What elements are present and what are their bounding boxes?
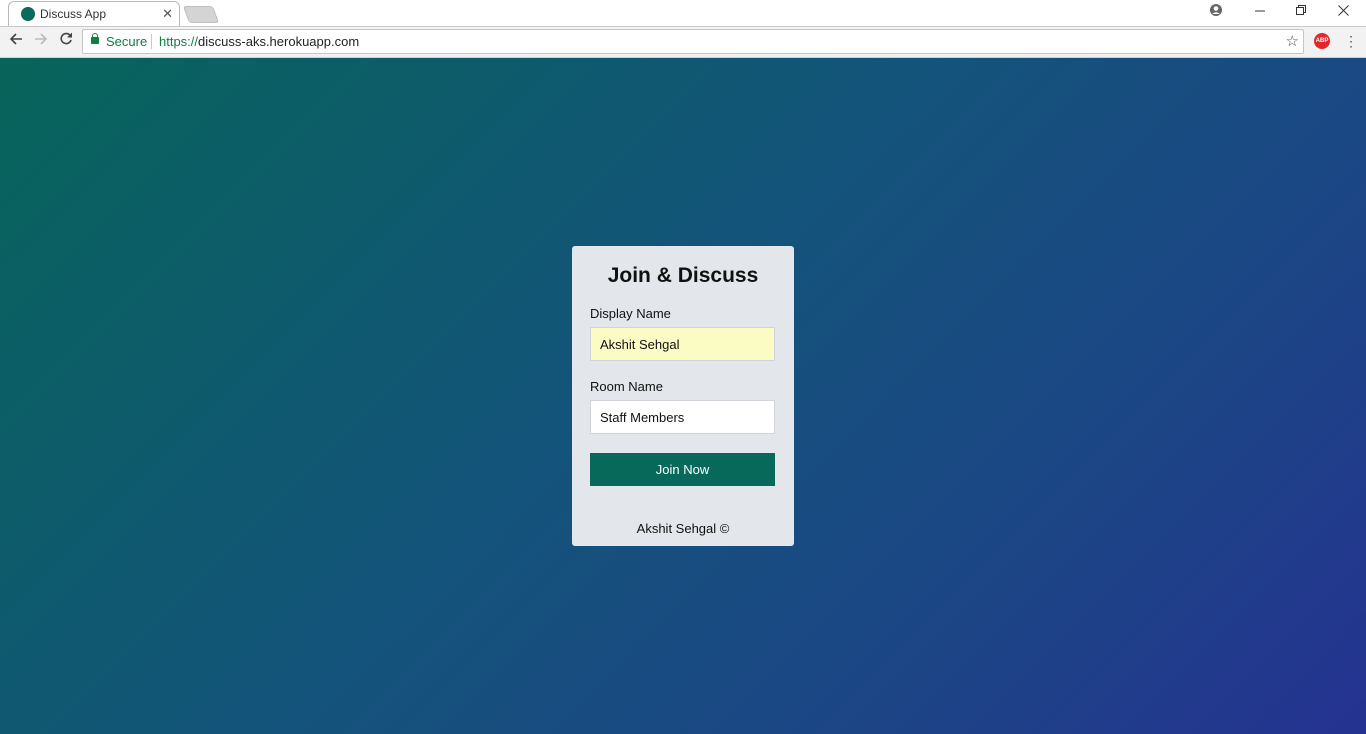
adblock-extension-icon[interactable]: ABP [1314,33,1330,49]
url-protocol: https:// [159,34,199,49]
footer-credit: Akshit Sehgal © [636,521,730,536]
bookmark-star-icon[interactable]: ☆ [1286,32,1299,50]
browser-toolbar: Secure https://discuss-aks.herokuapp.com… [0,27,1366,58]
browser-tab-strip: Discuss App ✕ [0,0,1366,27]
url-host: discuss-aks.herokuapp.com [198,34,360,49]
card-title: Join & Discuss [607,264,759,287]
favicon-icon [21,7,35,21]
url-text[interactable]: https://discuss-aks.herokuapp.com [159,34,359,49]
join-now-button[interactable]: Join Now [590,453,775,486]
back-arrow-icon[interactable] [7,32,25,50]
minimize-icon[interactable] [1255,3,1265,21]
page-background: Join & Discuss Display Name Room Name Jo… [0,58,1366,734]
room-name-input[interactable] [590,400,775,434]
join-card: Join & Discuss Display Name Room Name Jo… [572,246,794,546]
new-tab-button[interactable] [182,6,220,23]
kebab-menu-icon[interactable]: ⋮ [1344,32,1358,50]
profile-icon[interactable] [1209,3,1223,21]
browser-tab[interactable]: Discuss App ✕ [8,1,180,26]
display-name-input[interactable] [590,327,775,361]
tab-close-icon[interactable]: ✕ [162,5,173,23]
reload-icon[interactable] [57,32,75,50]
room-name-label: Room Name [590,379,663,394]
address-bar[interactable]: Secure https://discuss-aks.herokuapp.com… [82,29,1304,54]
url-separator [151,34,152,49]
display-name-label: Display Name [590,306,671,321]
restore-icon[interactable] [1296,3,1306,21]
forward-arrow-icon[interactable] [32,32,50,50]
tab-title: Discuss App [40,7,107,21]
close-window-icon[interactable] [1338,3,1349,21]
lock-icon [91,33,99,44]
secure-label: Secure [106,34,148,49]
